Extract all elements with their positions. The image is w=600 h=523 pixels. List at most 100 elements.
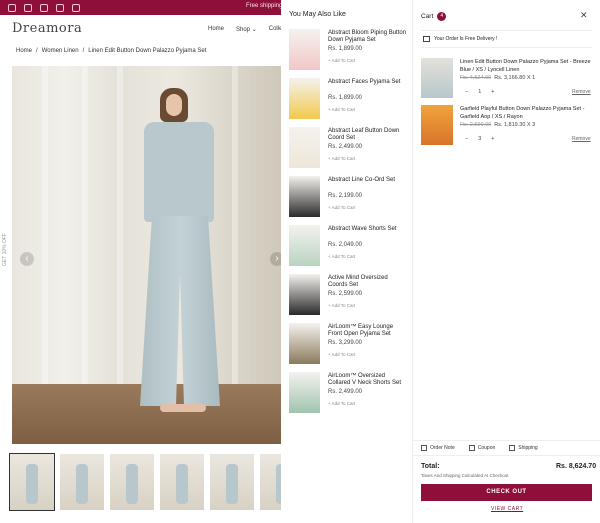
recommendation-image[interactable] (289, 78, 320, 119)
recommendation-item: Abstract Wave Shorts Set Rs. 2,049.00 + Ad… (289, 225, 413, 269)
youtube-icon[interactable] (56, 3, 64, 12)
recommendation-image[interactable] (289, 225, 320, 266)
add-to-cart-button[interactable]: + Add To Cart (328, 254, 355, 259)
cart-item-price: Rs. 4,524.00 Rs. 3,166.80 X 1 (460, 75, 535, 81)
cart-item-new-price: Rs. 1,819.30 X 3 (494, 122, 536, 128)
recommendation-name[interactable]: Active Mind Oversized Coords Set (328, 275, 408, 289)
total-label: Total: (421, 463, 440, 470)
add-to-cart-button[interactable]: + Add To Cart (328, 303, 355, 308)
breadcrumb-home[interactable]: Home (16, 48, 32, 54)
remove-button[interactable]: Remove (572, 89, 591, 95)
facebook-icon[interactable] (8, 3, 16, 12)
increase-button[interactable]: + (491, 136, 494, 142)
recommendation-image[interactable] (289, 372, 320, 413)
recommendation-item: AirLoom™ Easy Lounge Front Open Pyjama S… (289, 323, 413, 367)
recommendation-price: Rs. 3,299.00 (328, 340, 363, 346)
add-to-cart-button[interactable]: + Add To Cart (328, 58, 355, 63)
breadcrumb-current: Linen Edit Button Down Palazzo Pyjama Se… (88, 48, 207, 54)
add-to-cart-button[interactable]: + Add To Cart (328, 205, 355, 210)
pinterest-icon[interactable] (24, 3, 32, 12)
cart-item-old-price: Rs. 2,599.00 (460, 122, 492, 128)
cart-tools: Order Note Coupon Shipping (413, 440, 600, 456)
add-to-cart-button[interactable]: + Add To Cart (328, 401, 355, 406)
thumbnail[interactable] (160, 454, 204, 510)
increase-button[interactable]: + (491, 89, 494, 95)
decrease-button[interactable]: − (465, 89, 468, 95)
prev-image-arrow-icon[interactable]: ‹ (20, 252, 34, 266)
recommendation-name[interactable]: Abstract Line Co-Ord Set (328, 177, 408, 184)
add-to-cart-button[interactable]: + Add To Cart (328, 107, 355, 112)
checkout-button[interactable]: CHECK OUT (421, 484, 592, 501)
remove-button[interactable]: Remove (572, 136, 591, 142)
thumbnail[interactable] (110, 454, 154, 510)
recommendation-name[interactable]: Abstract Faces Pyjama Set (328, 79, 408, 86)
recommendation-item: Abstract Leaf Button Down Coord Set Rs. 2… (289, 127, 413, 171)
recommendation-name[interactable]: Abstract Wave Shorts Set (328, 226, 408, 233)
coupon-button[interactable]: Coupon (468, 445, 495, 451)
cart-item-image[interactable] (421, 105, 453, 145)
close-icon[interactable]: ✕ (580, 10, 588, 21)
recommendation-price: Rs. 2,199.00 (328, 193, 363, 199)
recommendation-item: Abstract Faces Pyjama Set Rs. 1,899.00 + A… (289, 78, 413, 122)
recommendation-item: Abstract Bloom Piping Button Down Pyjama… (289, 29, 413, 73)
recommendation-price: Rs. 2,499.00 (328, 389, 363, 395)
thumbnail[interactable] (60, 454, 104, 510)
recommendation-price: Rs. 2,499.00 (328, 144, 363, 150)
quantity-value: 3 (478, 136, 482, 142)
social-links (8, 3, 80, 12)
thumbnail[interactable] (210, 454, 254, 510)
add-to-cart-button[interactable]: + Add To Cart (328, 156, 355, 161)
quantity-stepper[interactable]: − 1 + (465, 89, 495, 95)
side-offer-tab[interactable]: GET 10% OFF (2, 233, 8, 266)
nav-shop[interactable]: Shop ⌄ (236, 26, 257, 33)
recommendation-name[interactable]: AirLoom™ Easy Lounge Front Open Pyjama S… (328, 324, 408, 338)
view-cart-link[interactable]: VIEW CART (491, 506, 523, 512)
cart-drawer: Cart 4 ✕ Your Order Is Free Delivery ! L… (413, 0, 600, 523)
thumbnail[interactable] (9, 453, 55, 511)
note-icon (421, 445, 427, 451)
recommendation-name[interactable]: Abstract Leaf Button Down Coord Set (328, 128, 408, 142)
free-delivery-banner: Your Order Is Free Delivery ! (421, 30, 592, 48)
cart-count-badge: 4 (437, 12, 447, 21)
quantity-stepper[interactable]: − 3 + (465, 136, 495, 142)
breadcrumb-women-linen[interactable]: Women Linen (42, 48, 79, 54)
main-nav: Home Shop ⌄ Colle (208, 26, 282, 33)
breadcrumb: Home / Women Linen / Linen Edit Button D… (16, 48, 206, 54)
recommendation-image[interactable] (289, 274, 320, 315)
recommendations-heading: You May Also Like (289, 11, 346, 18)
decrease-button[interactable]: − (465, 136, 468, 142)
tiktok-icon[interactable] (72, 3, 80, 12)
free-delivery-text: Your Order Is Free Delivery ! (434, 36, 498, 42)
product-main-image[interactable]: ‹ › (12, 66, 282, 444)
recommendation-image[interactable] (289, 127, 320, 168)
recommendation-item: Active Mind Oversized Coords Set Rs. 2,59… (289, 274, 413, 318)
cart-item-new-price: Rs. 3,166.80 X 1 (494, 75, 536, 81)
recommendations-panel: You May Also Like Abstract Bloom Piping … (281, 0, 413, 523)
nav-home[interactable]: Home (208, 26, 224, 33)
add-to-cart-button[interactable]: + Add To Cart (328, 352, 355, 357)
cart-item-image[interactable] (421, 58, 453, 98)
recommendation-item: AirLoom™ Oversized Collared V Neck Short… (289, 372, 413, 416)
shipping-button[interactable]: Shipping (509, 445, 538, 451)
thumbnail-strip (9, 453, 304, 511)
instagram-icon[interactable] (40, 3, 48, 12)
cart-item-old-price: Rs. 4,524.00 (460, 75, 492, 81)
tax-note: Taxes And Shipping Calculated At Checkou… (421, 473, 509, 478)
order-note-button[interactable]: Order Note (421, 445, 455, 451)
recommendation-name[interactable]: AirLoom™ Oversized Collared V Neck Short… (328, 373, 408, 387)
logo[interactable]: Dreamora (12, 21, 82, 36)
cart-item-price: Rs. 2,599.00 Rs. 1,819.30 X 3 (460, 122, 535, 128)
breadcrumb-separator: / (36, 48, 38, 54)
cart-item-name[interactable]: Garfield Playful Button Down Palazzo Pyj… (460, 105, 592, 121)
recommendation-name[interactable]: Abstract Bloom Piping Button Down Pyjama… (328, 30, 408, 44)
recommendation-image[interactable] (289, 176, 320, 217)
delivery-box-icon (423, 36, 430, 42)
recommendation-price: Rs. 1,899.00 (328, 46, 363, 52)
recommendation-price: Rs. 2,599.00 (328, 291, 363, 297)
announcement-text: Free shipping (246, 3, 283, 9)
cart-item-name[interactable]: Linen Edit Button Down Palazzo Pyjama Se… (460, 58, 592, 74)
quantity-value: 1 (478, 89, 482, 95)
recommendation-image[interactable] (289, 323, 320, 364)
coupon-icon (468, 445, 475, 451)
recommendation-image[interactable] (289, 29, 320, 70)
